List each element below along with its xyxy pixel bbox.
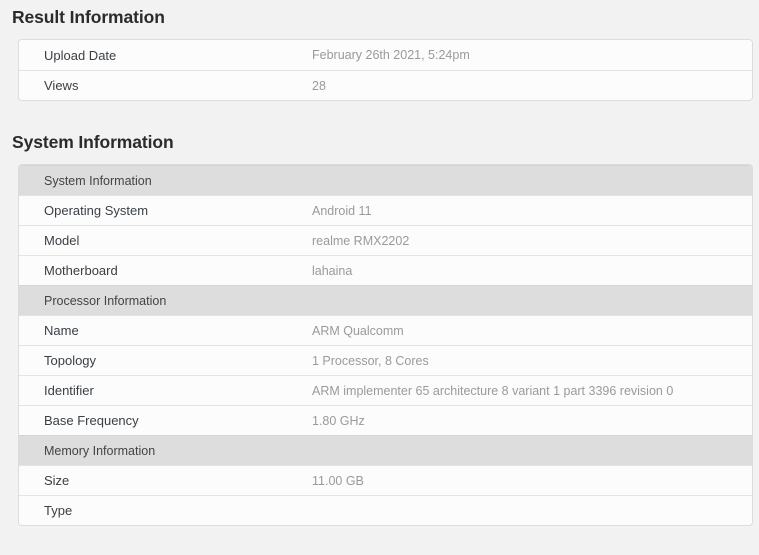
- row-label-operating-system: Operating System: [44, 203, 149, 218]
- group-header-memory-information: Memory Information: [19, 435, 752, 465]
- group-header-processor-information: Processor Information: [19, 285, 752, 315]
- row-label-views: Views: [44, 78, 79, 93]
- row-value-topology: 1 Processor, 8 Cores: [312, 353, 429, 368]
- group-header-label: System Information: [44, 173, 152, 188]
- group-header-label: Processor Information: [44, 293, 167, 308]
- row-label-motherboard: Motherboard: [44, 263, 118, 278]
- system-information-table: System Information Operating System Andr…: [18, 164, 753, 526]
- table-row: Type: [19, 495, 752, 525]
- row-value-identifier: ARM implementer 65 architecture 8 varian…: [312, 383, 674, 398]
- row-value-name: ARM Qualcomm: [312, 323, 404, 338]
- row-label-type: Type: [44, 503, 73, 518]
- result-information-table: Upload Date February 26th 2021, 5:24pm V…: [18, 39, 753, 101]
- table-row: Model realme RMX2202: [19, 225, 752, 255]
- table-row: Identifier ARM implementer 65 architectu…: [19, 375, 752, 405]
- table-row: Topology 1 Processor, 8 Cores: [19, 345, 752, 375]
- table-row: Base Frequency 1.80 GHz: [19, 405, 752, 435]
- table-row: Views 28: [19, 70, 752, 100]
- row-value-base-frequency: 1.80 GHz: [312, 413, 365, 428]
- row-label-size: Size: [44, 473, 70, 488]
- table-row: Name ARM Qualcomm: [19, 315, 752, 345]
- system-information-heading: System Information: [12, 132, 174, 152]
- row-label-upload-date: Upload Date: [44, 47, 117, 63]
- table-row: Size 11.00 GB: [19, 465, 752, 495]
- result-page: Result Information Upload Date February …: [0, 0, 759, 526]
- row-label-topology: Topology: [44, 353, 97, 368]
- row-value-operating-system: Android 11: [312, 203, 372, 218]
- row-value-size: 11.00 GB: [312, 473, 364, 488]
- result-information-heading: Result Information: [12, 7, 165, 27]
- group-header-system-information: System Information: [19, 165, 752, 195]
- row-label-model: Model: [44, 233, 80, 248]
- row-label-identifier: Identifier: [44, 383, 94, 398]
- row-value-model: realme RMX2202: [312, 233, 410, 248]
- row-value-upload-date: February 26th 2021, 5:24pm: [312, 48, 470, 62]
- table-row: Operating System Android 11: [19, 195, 752, 225]
- group-header-label: Memory Information: [44, 443, 156, 458]
- table-row: Upload Date February 26th 2021, 5:24pm: [19, 40, 752, 70]
- table-row: Motherboard lahaina: [19, 255, 752, 285]
- row-value-motherboard: lahaina: [312, 263, 353, 278]
- row-label-base-frequency: Base Frequency: [44, 413, 139, 428]
- row-label-name: Name: [44, 323, 79, 338]
- row-value-views: 28: [312, 78, 326, 93]
